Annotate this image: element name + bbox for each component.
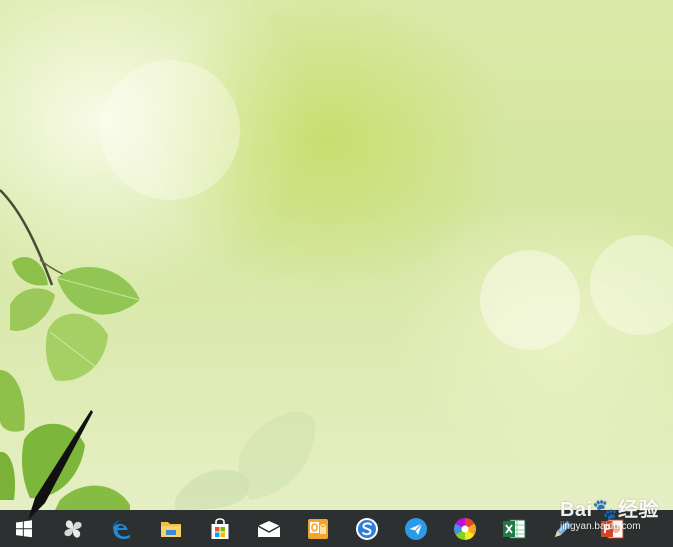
task-view-button[interactable] <box>48 510 97 547</box>
pinwheel-icon <box>63 519 82 538</box>
desktop-wallpaper <box>0 0 673 510</box>
mail-icon <box>257 520 280 537</box>
pen-icon <box>554 519 572 537</box>
sogou-s-icon <box>355 517 378 540</box>
leaves-illustration <box>0 189 316 510</box>
windows-logo-icon <box>16 519 32 537</box>
color-wheel-app-button[interactable] <box>440 510 489 547</box>
taskbar <box>0 510 673 547</box>
edge-icon <box>112 519 130 539</box>
excel-icon <box>502 519 525 538</box>
outlook-icon <box>307 518 328 539</box>
mail-button[interactable] <box>244 510 293 547</box>
powerpoint-icon <box>600 519 623 538</box>
powerpoint-button[interactable] <box>587 510 636 547</box>
color-wheel-icon <box>453 517 476 540</box>
file-explorer-button[interactable] <box>146 510 195 547</box>
pen-app-button[interactable] <box>538 510 587 547</box>
outlook-button[interactable] <box>293 510 342 547</box>
folder-icon <box>160 521 181 537</box>
start-button[interactable] <box>0 510 48 547</box>
edge-button[interactable] <box>97 510 146 547</box>
excel-button[interactable] <box>489 510 538 547</box>
store-bag-icon <box>211 517 228 539</box>
store-button[interactable] <box>195 510 244 547</box>
paper-plane-icon <box>404 517 427 540</box>
paper-plane-app-button[interactable] <box>391 510 440 547</box>
sogou-browser-button[interactable] <box>342 510 391 547</box>
